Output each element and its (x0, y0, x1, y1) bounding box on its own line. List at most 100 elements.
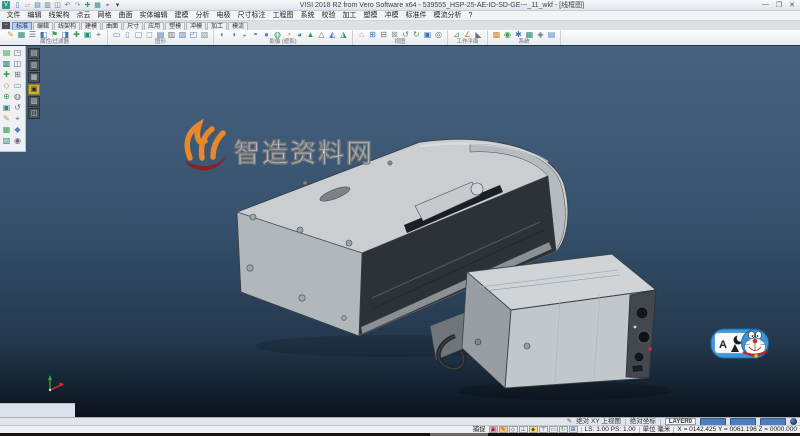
tab-modeling[interactable]: 建模 (81, 22, 101, 30)
facet-icon[interactable]: ▲ (305, 30, 316, 40)
square-icon[interactable]: ▢ (133, 30, 144, 40)
collapse-tabs-button[interactable]: − (2, 22, 10, 29)
display-mode-1-button[interactable]: ▤ (28, 48, 40, 59)
menu-drawing[interactable]: 工程图 (269, 11, 297, 20)
vlines-icon[interactable]: ▥ (166, 30, 177, 40)
snap-point-icon[interactable]: ▣ (489, 426, 498, 433)
tool-layers-icon[interactable]: ▤ (1, 47, 12, 58)
system-diamond-icon[interactable]: ◈ (535, 30, 546, 40)
tool-undo-view-icon[interactable]: ↺ (12, 102, 23, 113)
snap-edit-icon[interactable]: ✎ (499, 426, 508, 433)
rectangle-icon[interactable]: ▭ (111, 30, 122, 40)
menu-wireframe[interactable]: 线架构 (45, 11, 73, 20)
list-filter-icon[interactable]: ☰ (27, 30, 38, 40)
add-filter-icon[interactable]: ✚ (71, 30, 82, 40)
tab-surface[interactable]: 曲面 (102, 22, 122, 30)
tool-grid-icon[interactable]: ⊞ (12, 69, 23, 80)
layer-manager-icon[interactable]: ▦ (16, 30, 27, 40)
tool-solid-icon[interactable]: ◆ (12, 124, 23, 135)
menu-progress[interactable]: 冲模 (381, 11, 402, 20)
tab-die[interactable]: 冲模 (186, 22, 206, 30)
open-file-icon[interactable]: ▱ (23, 1, 32, 10)
tool-rect-icon[interactable]: ▭ (12, 80, 23, 91)
grid-icon[interactable]: ▦ (93, 1, 102, 10)
tool-split-icon[interactable]: ◫ (12, 58, 23, 69)
selection-box-icon[interactable]: ▣ (82, 30, 93, 40)
menu-verify[interactable]: 校验 (318, 11, 339, 20)
menu-help[interactable]: ? (465, 11, 476, 20)
menu-electrode[interactable]: 电极 (213, 11, 234, 20)
tab-flow[interactable]: 模流 (228, 22, 248, 30)
redo-icon[interactable]: ↷ (73, 1, 82, 10)
menu-pointcloud[interactable]: 点云 (73, 11, 94, 20)
menu-flow-analysis[interactable]: 模流分析 (430, 11, 465, 20)
tab-mould[interactable]: 塑模 (165, 22, 185, 30)
display-mode-2-button[interactable]: ▥ (28, 60, 40, 71)
home-view-icon[interactable]: ⌂ (356, 30, 367, 40)
snap-midpoint-icon[interactable]: ◆ (529, 426, 538, 433)
box-icon[interactable]: ▯ (122, 30, 133, 40)
snap-perpendicular-icon[interactable]: ⊥ (519, 426, 528, 433)
coordinate-mode-label[interactable]: 绝对坐标 (630, 418, 656, 425)
tool-table-icon[interactable]: ▦ (1, 124, 12, 135)
tab-edit[interactable]: 编辑 (33, 22, 53, 30)
display-mode-3-button[interactable]: ▦ (28, 72, 40, 83)
snap-face-icon[interactable]: ▭ (549, 426, 558, 433)
center-view-icon[interactable]: ◎ (433, 30, 444, 40)
tool-insert-icon[interactable]: ⊕ (1, 91, 12, 102)
menu-analysis[interactable]: 分析 (192, 11, 213, 20)
save-icon[interactable]: ▤ (33, 1, 42, 10)
menu-solid-edit[interactable]: 实体编辑 (136, 11, 171, 20)
system-target-icon[interactable]: ◉ (502, 30, 513, 40)
print-preview-icon[interactable]: ◫ (53, 1, 62, 10)
select-icon[interactable]: ⌖ (103, 1, 112, 10)
maximize-button[interactable]: ❒ (776, 1, 782, 9)
display-mode-5-button[interactable]: ▧ (28, 96, 40, 107)
pick-icon[interactable]: ⌖ (93, 30, 104, 40)
shading-half-icon[interactable]: ◐ (217, 30, 228, 40)
tool-corner-icon[interactable]: ◳ (12, 47, 23, 58)
tab-dimension[interactable]: 尺寸 (123, 22, 143, 30)
active-layer-button[interactable]: LAYER0 (665, 418, 696, 425)
viewport-3d[interactable]: 智造资料网 A (0, 46, 800, 417)
tool-mesh-icon[interactable]: ▩ (1, 58, 12, 69)
shading-right-icon[interactable]: ◑ (228, 30, 239, 40)
dynamic-rotate-icon[interactable]: ↻ (559, 426, 568, 433)
tool-diamond-icon[interactable]: ◇ (1, 80, 12, 91)
doraemon-sticker-widget[interactable]: A (711, 329, 769, 358)
close-button[interactable]: ✕ (789, 1, 795, 9)
shading-bottom-icon[interactable]: ◒ (239, 30, 250, 40)
facet-outline-icon[interactable]: △ (316, 30, 327, 40)
globe-icon[interactable] (790, 418, 797, 425)
display-mode-6-button[interactable]: ◫ (28, 108, 40, 119)
menu-modeling[interactable]: 建模 (171, 11, 192, 20)
display-mode-4-button[interactable]: ▣ (28, 84, 40, 95)
zoom-out-icon[interactable]: ⊟ (378, 30, 389, 40)
triangle-right-icon[interactable]: ◮ (338, 30, 349, 40)
print-icon[interactable]: ▥ (43, 1, 52, 10)
menu-surface[interactable]: 曲面 (115, 11, 136, 20)
annotate-icon[interactable]: ✎ (567, 418, 572, 425)
zoom-window-icon[interactable]: ⊞ (367, 30, 378, 40)
tool-disc-icon[interactable]: ◍ (12, 91, 23, 102)
tool-select-icon[interactable]: ▣ (1, 102, 12, 113)
menu-mould[interactable]: 塑模 (360, 11, 381, 20)
tab-machining[interactable]: 加工 (207, 22, 227, 30)
fit-view-icon[interactable]: ▣ (422, 30, 433, 40)
add-icon[interactable]: ✚ (83, 1, 92, 10)
app-logo-icon[interactable]: V (2, 1, 10, 9)
edit-attributes-icon[interactable]: ✎ (5, 30, 16, 40)
menu-system[interactable]: 系统 (297, 11, 318, 20)
menu-edit[interactable]: 编辑 (24, 11, 45, 20)
tab-wireframe[interactable]: 线架构 (54, 22, 80, 30)
tool-circle-icon[interactable]: ◉ (12, 135, 23, 146)
tool-pick-icon[interactable]: ⌖ (12, 113, 23, 124)
tab-standard[interactable]: 标准 (12, 22, 32, 30)
rotate-right-icon[interactable]: ↻ (411, 30, 422, 40)
tool-add-icon[interactable]: ✚ (1, 69, 12, 80)
menu-standard-parts[interactable]: 标准件 (402, 11, 430, 20)
minimize-button[interactable]: — (762, 1, 769, 9)
outline-icon[interactable]: ◻ (144, 30, 155, 40)
tab-application[interactable]: 应用 (144, 22, 164, 30)
corner-icon[interactable]: ◰ (188, 30, 199, 40)
